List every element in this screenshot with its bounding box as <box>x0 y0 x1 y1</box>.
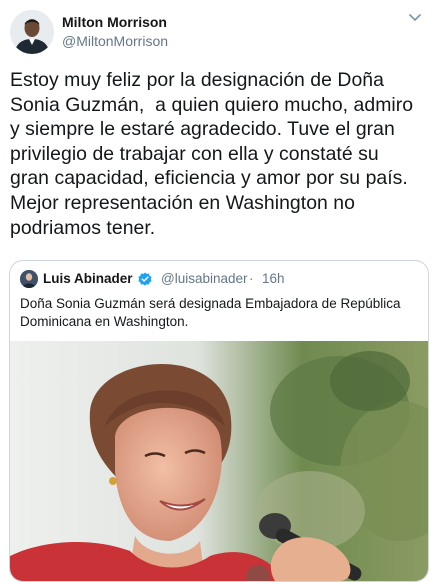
quoted-tweet[interactable]: Luis Abinader @luisabinader · 16h Doña S… <box>9 260 429 582</box>
quoted-tweet-text: Doña Sonia Guzmán será designada Embajad… <box>20 296 401 329</box>
quoted-author-avatar <box>20 270 38 288</box>
author-handle[interactable]: @MiltonMorrison <box>62 33 168 49</box>
tweet-card: Milton Morrison @MiltonMorrison Estoy mu… <box>0 0 433 582</box>
tweet-header: Milton Morrison @MiltonMorrison <box>8 10 425 58</box>
separator-dot: · <box>249 271 254 286</box>
quoted-author-name[interactable]: Luis Abinader <box>43 271 133 286</box>
quoted-author-handle[interactable]: @luisabinader <box>161 271 248 286</box>
quoted-tweet-photo[interactable] <box>10 341 428 581</box>
tweet-text: Estoy muy feliz por la designación de Do… <box>10 69 414 239</box>
chevron-down-icon[interactable] <box>405 10 425 26</box>
verified-badge-icon <box>137 271 153 287</box>
quoted-tweet-time[interactable]: 16h <box>262 271 285 286</box>
quoted-tweet-header: Luis Abinader @luisabinader · 16h <box>20 270 420 290</box>
author-name[interactable]: Milton Morrison <box>62 14 167 30</box>
author-avatar[interactable] <box>10 10 54 54</box>
